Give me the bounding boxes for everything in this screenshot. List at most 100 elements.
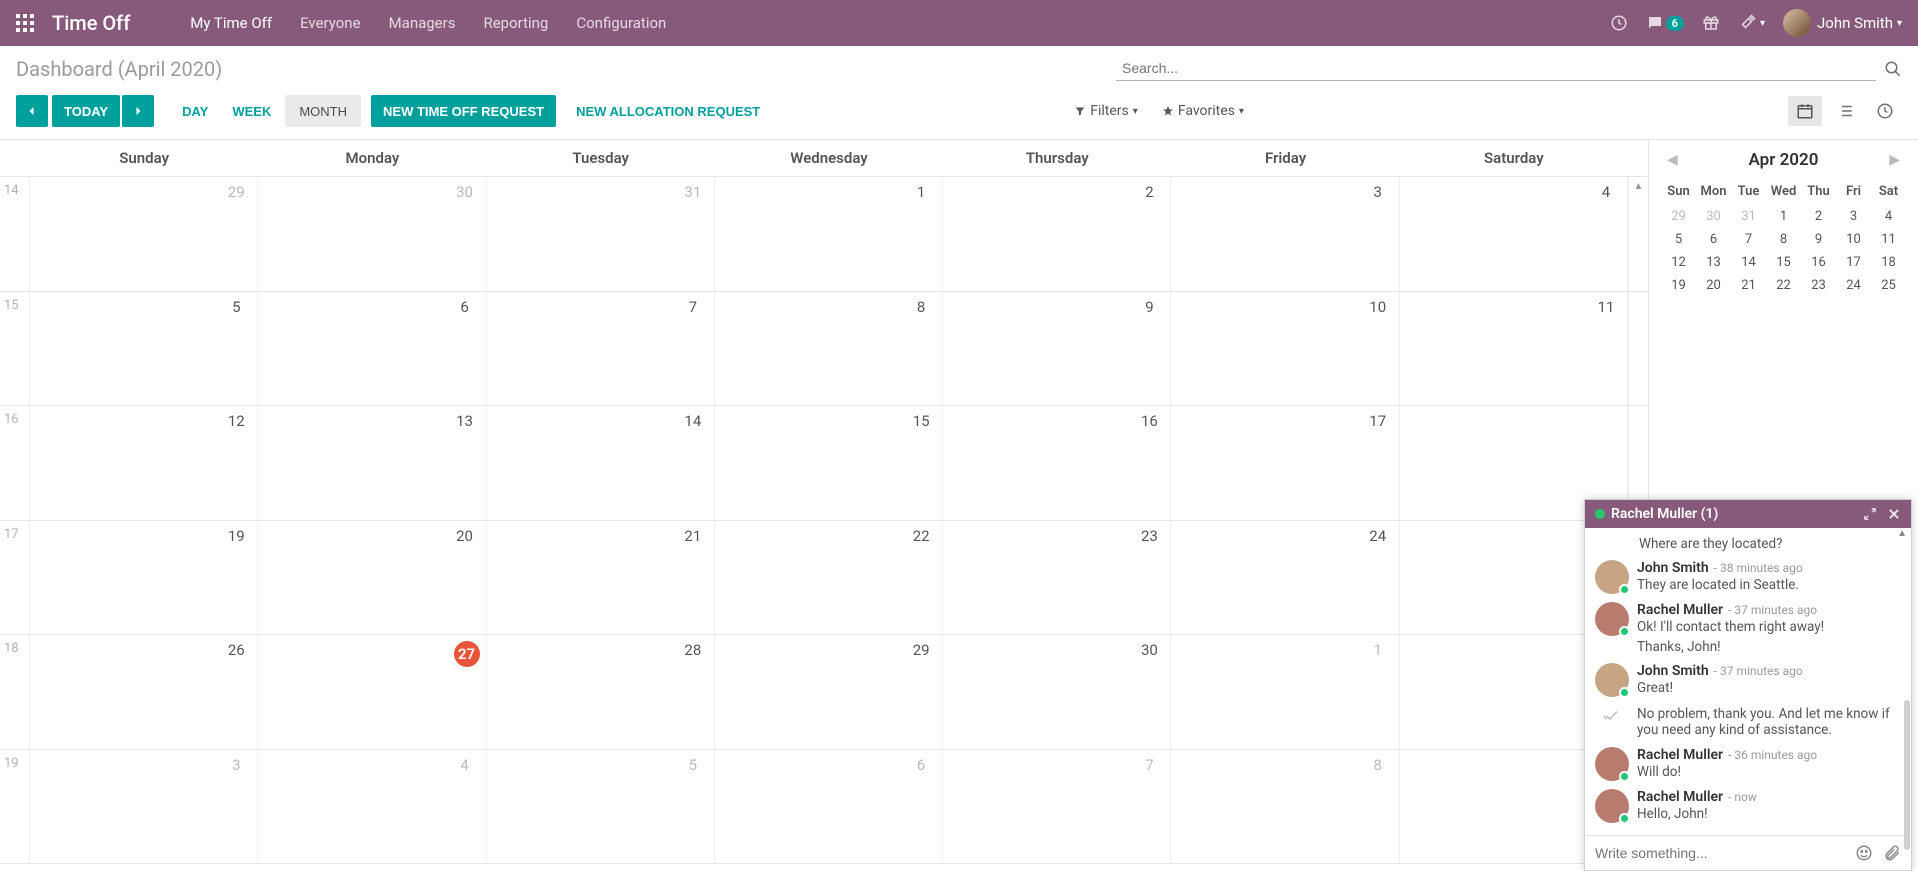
search-input[interactable]: [1116, 56, 1876, 81]
calendar-cell[interactable]: 26: [30, 635, 258, 749]
calendar-cell[interactable]: 15: [715, 406, 943, 520]
calendar-cell[interactable]: 6: [258, 292, 486, 406]
mini-calendar-cell[interactable]: 5: [1661, 228, 1696, 251]
mini-calendar-cell[interactable]: 29: [1661, 205, 1696, 228]
nav-everyone[interactable]: Everyone: [300, 14, 360, 32]
apps-icon[interactable]: [16, 14, 34, 32]
attachment-icon[interactable]: [1883, 844, 1901, 862]
filters-dropdown[interactable]: Filters ▾: [1074, 103, 1138, 119]
chat-input[interactable]: [1595, 845, 1845, 861]
calendar-cell[interactable]: 13: [258, 406, 486, 520]
tools-icon[interactable]: ▾: [1738, 14, 1765, 32]
clock-icon[interactable]: [1610, 14, 1628, 32]
mini-calendar-cell[interactable]: 22: [1766, 274, 1801, 297]
calendar-cell[interactable]: 1: [1171, 635, 1399, 749]
mini-calendar-cell[interactable]: 20: [1696, 274, 1731, 297]
calendar-view-icon[interactable]: [1788, 96, 1822, 126]
calendar-cell[interactable]: 29: [30, 177, 258, 291]
week-tab[interactable]: WEEK: [222, 95, 281, 127]
calendar-cell[interactable]: 28: [487, 635, 715, 749]
mini-calendar-cell[interactable]: 17: [1836, 251, 1871, 274]
calendar-cell[interactable]: 31: [487, 177, 715, 291]
mini-calendar-cell[interactable]: 13: [1696, 251, 1731, 274]
mini-calendar-cell[interactable]: 4: [1871, 205, 1906, 228]
mini-calendar-cell[interactable]: 19: [1661, 274, 1696, 297]
calendar-cell[interactable]: 3: [30, 750, 258, 864]
calendar-cell[interactable]: 19: [30, 521, 258, 635]
mini-calendar-cell[interactable]: 10: [1836, 228, 1871, 251]
scroll-up-icon[interactable]: ▲: [1634, 181, 1644, 192]
user-menu[interactable]: John Smith ▾: [1783, 9, 1902, 37]
calendar-cell[interactable]: 8: [715, 292, 943, 406]
activity-view-icon[interactable]: [1868, 96, 1902, 126]
nav-managers[interactable]: Managers: [389, 14, 456, 32]
calendar-cell[interactable]: 8: [1171, 750, 1399, 864]
next-button[interactable]: [122, 95, 154, 127]
mini-calendar-cell[interactable]: 15: [1766, 251, 1801, 274]
calendar-cell[interactable]: 10: [1171, 292, 1399, 406]
calendar-cell[interactable]: 9: [943, 292, 1171, 406]
calendar-cell[interactable]: 5: [30, 292, 258, 406]
mini-calendar-cell[interactable]: 9: [1801, 228, 1836, 251]
calendar-cell[interactable]: 16: [943, 406, 1171, 520]
calendar-cell[interactable]: 22: [715, 521, 943, 635]
gift-icon[interactable]: [1702, 14, 1720, 32]
messages-icon[interactable]: 6: [1646, 14, 1684, 32]
mini-calendar-cell[interactable]: 2: [1801, 205, 1836, 228]
mini-next-icon[interactable]: ▶: [1883, 150, 1906, 170]
nav-my-time-off[interactable]: My Time Off: [190, 14, 272, 32]
calendar-cell[interactable]: 12: [30, 406, 258, 520]
calendar-cell[interactable]: 1: [715, 177, 943, 291]
mini-calendar-cell[interactable]: 8: [1766, 228, 1801, 251]
calendar-cell[interactable]: 29: [715, 635, 943, 749]
calendar-cell[interactable]: 3: [1171, 177, 1399, 291]
list-view-icon[interactable]: [1828, 96, 1862, 126]
calendar-cell[interactable]: 7: [487, 292, 715, 406]
mini-calendar-cell[interactable]: 16: [1801, 251, 1836, 274]
new-allocation-button[interactable]: NEW ALLOCATION REQUEST: [566, 95, 770, 127]
calendar-cell[interactable]: 30: [943, 635, 1171, 749]
calendar-cell[interactable]: 5: [487, 750, 715, 864]
chat-header[interactable]: Rachel Muller (1): [1585, 500, 1911, 528]
calendar-cell[interactable]: 23: [943, 521, 1171, 635]
calendar-cell[interactable]: 30: [258, 177, 486, 291]
prev-button[interactable]: [16, 95, 48, 127]
mini-calendar-cell[interactable]: 1: [1766, 205, 1801, 228]
mini-calendar-cell[interactable]: 30: [1696, 205, 1731, 228]
calendar-cell[interactable]: 21: [487, 521, 715, 635]
mini-calendar-cell[interactable]: 24: [1836, 274, 1871, 297]
calendar-cell[interactable]: 4: [1400, 177, 1628, 291]
calendar-cell[interactable]: 24: [1171, 521, 1399, 635]
mini-calendar-cell[interactable]: 18: [1871, 251, 1906, 274]
mini-calendar-cell[interactable]: 21: [1731, 274, 1766, 297]
calendar-cell[interactable]: 7: [943, 750, 1171, 864]
mini-calendar-cell[interactable]: 23: [1801, 274, 1836, 297]
mini-calendar-cell[interactable]: 25: [1871, 274, 1906, 297]
new-time-off-button[interactable]: NEW TIME OFF REQUEST: [371, 95, 556, 127]
today-button[interactable]: TODAY: [52, 95, 120, 127]
mini-prev-icon[interactable]: ◀: [1661, 150, 1684, 170]
favorites-dropdown[interactable]: Favorites ▾: [1162, 103, 1244, 119]
emoji-icon[interactable]: [1855, 844, 1873, 862]
mini-calendar-cell[interactable]: 6: [1696, 228, 1731, 251]
mini-calendar-cell[interactable]: 11: [1871, 228, 1906, 251]
close-icon[interactable]: [1887, 507, 1901, 521]
mini-calendar-cell[interactable]: 7: [1731, 228, 1766, 251]
calendar-cell[interactable]: 4: [258, 750, 486, 864]
scrollbar[interactable]: [1904, 700, 1910, 850]
nav-reporting[interactable]: Reporting: [483, 14, 548, 32]
nav-configuration[interactable]: Configuration: [576, 14, 666, 32]
search-icon[interactable]: [1884, 60, 1902, 78]
mini-calendar-cell[interactable]: 12: [1661, 251, 1696, 274]
mini-calendar-cell[interactable]: 31: [1731, 205, 1766, 228]
calendar-cell[interactable]: 17: [1171, 406, 1399, 520]
scroll-up-icon[interactable]: ▲: [1897, 528, 1907, 539]
calendar-cell[interactable]: 27: [258, 635, 486, 749]
calendar-cell[interactable]: 6: [715, 750, 943, 864]
month-tab[interactable]: MONTH: [285, 95, 361, 127]
app-brand[interactable]: Time Off: [52, 11, 130, 35]
expand-icon[interactable]: [1863, 507, 1877, 521]
calendar-cell[interactable]: 2: [943, 177, 1171, 291]
calendar-cell[interactable]: 20: [258, 521, 486, 635]
calendar-cell[interactable]: 14: [487, 406, 715, 520]
